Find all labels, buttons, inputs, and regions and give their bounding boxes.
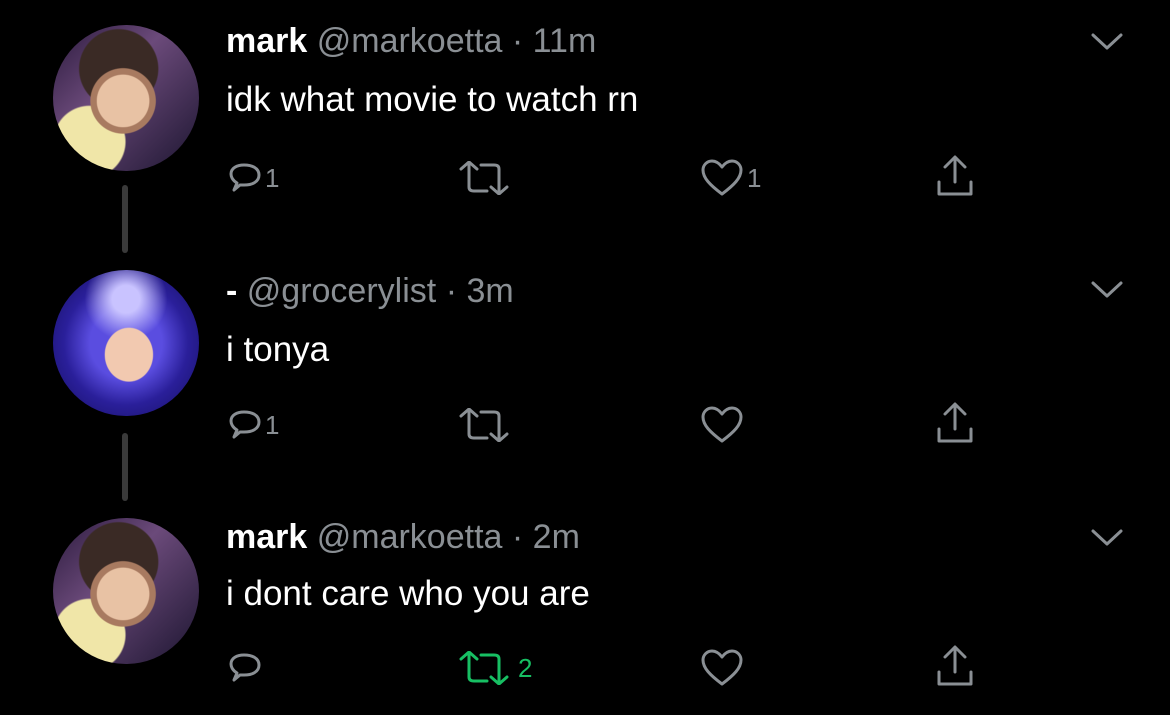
share-icon (937, 155, 973, 196)
retweet-button[interactable] (453, 158, 515, 198)
share-button[interactable] (935, 400, 975, 446)
display-name[interactable]: mark (226, 22, 307, 60)
tweet-text: i dont care who you are (226, 574, 590, 613)
separator-dot: · (511, 518, 524, 556)
display-name[interactable]: - (226, 272, 237, 310)
reply-icon (229, 163, 261, 192)
share-button[interactable] (935, 153, 975, 199)
chevron-down-icon[interactable] (1090, 528, 1124, 548)
share-icon (937, 402, 973, 443)
like-button[interactable] (700, 405, 744, 445)
tweet-header: mark @markoetta · 11m (226, 22, 596, 61)
handle[interactable]: @grocerylist (247, 272, 436, 310)
retweet-icon (459, 161, 509, 195)
handle[interactable]: @markoetta (317, 518, 503, 556)
retweet-icon (459, 651, 509, 685)
chevron-down-icon[interactable] (1090, 32, 1124, 52)
reply-icon (229, 410, 261, 439)
heart-icon (701, 649, 743, 686)
avatar[interactable] (53, 25, 199, 171)
tweet-text: i tonya (226, 330, 330, 369)
display-name[interactable]: mark (226, 518, 307, 556)
tweet-header: - @grocerylist · 3m (226, 272, 514, 311)
retweet-count: 2 (518, 652, 533, 683)
like-button[interactable] (700, 648, 744, 688)
tweet-header: mark @markoetta · 2m (226, 518, 580, 557)
separator-dot: · (511, 22, 524, 60)
tweet[interactable]: mark @markoetta · 2m i dont care who you… (0, 500, 1170, 715)
retweet-button[interactable] (453, 405, 515, 445)
share-button[interactable] (935, 643, 975, 689)
share-icon (937, 645, 973, 686)
reply-count: 1 (265, 162, 280, 193)
timestamp[interactable]: 11m (533, 22, 597, 60)
avatar[interactable] (53, 518, 199, 664)
chevron-down-icon[interactable] (1090, 280, 1124, 300)
reply-button[interactable]: 1 (228, 405, 279, 445)
timestamp[interactable]: 2m (533, 518, 580, 556)
like-count: 1 (747, 162, 762, 193)
heart-icon (701, 159, 743, 196)
reply-icon (229, 653, 261, 682)
timestamp[interactable]: 3m (466, 272, 513, 310)
handle[interactable]: @markoetta (317, 22, 503, 60)
separator-dot: · (445, 272, 458, 310)
retweet-button[interactable]: 2 (453, 648, 532, 688)
reply-button[interactable]: 1 (228, 158, 279, 198)
heart-icon (701, 406, 743, 443)
like-button[interactable]: 1 (700, 158, 761, 198)
reply-button[interactable] (228, 648, 262, 688)
retweet-icon (459, 408, 509, 442)
reply-count: 1 (265, 409, 280, 440)
avatar[interactable] (53, 270, 199, 416)
tweet-text: idk what movie to watch rn (226, 80, 639, 119)
tweet[interactable]: - @grocerylist · 3m i tonya 1 (0, 250, 1170, 490)
tweet[interactable]: mark @markoetta · 11m idk what movie to … (0, 0, 1170, 240)
